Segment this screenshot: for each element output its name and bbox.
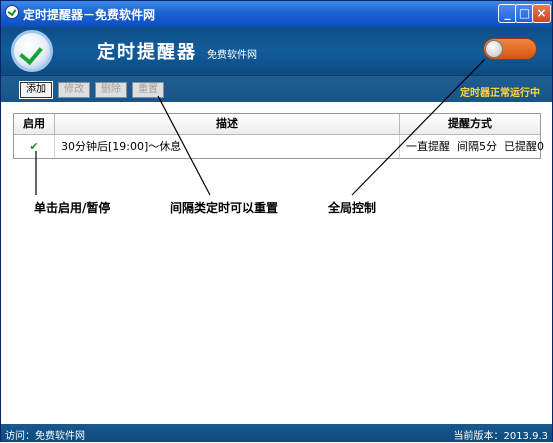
column-header-description[interactable]: 描述 <box>55 114 400 134</box>
annotation-global-control: 全局控制 <box>328 201 377 215</box>
annotation-reset-interval: 间隔类定时可以重置 <box>170 201 279 215</box>
table-row[interactable]: ✔ 30分钟后[19:00]～休息 一直提醒 间隔5分 已提醒0 <box>14 135 544 158</box>
visit-link[interactable]: 访问：免费软件网 <box>5 427 85 442</box>
reminder-table: 启用 描述 提醒方式 ✔ 30分钟后[19:00]～休息 一直提醒 间隔5分 已… <box>13 113 544 159</box>
window-title: 定时提醒器－免费软件网 <box>23 8 156 22</box>
row-method: 一直提醒 间隔5分 已提醒0 <box>406 140 544 153</box>
status-bar: 访问：免费软件网 当前版本：2013.9.3 <box>1 424 552 442</box>
toggle-knob <box>485 40 503 58</box>
check-icon <box>19 40 43 66</box>
status-text: 定时器正常运行中 <box>460 88 540 99</box>
clock-check-icon <box>11 30 53 72</box>
close-button[interactable]: × <box>532 4 551 23</box>
main-window: 定时提醒器－免费软件网 _ □ × 定时提醒器 免费软件网 添加 修改 删除 重… <box>0 0 553 442</box>
column-header-method[interactable]: 提醒方式 <box>400 114 540 134</box>
enabled-check-icon[interactable]: ✔ <box>14 135 55 158</box>
reset-button[interactable]: 重置 <box>132 82 164 98</box>
table-header: 启用 描述 提醒方式 <box>14 114 540 135</box>
edit-button[interactable]: 修改 <box>58 82 90 98</box>
row-description: 30分钟后[19:00]～休息 <box>55 135 400 158</box>
header-banner: 定时提醒器 免费软件网 <box>1 27 552 75</box>
version-text: 当前版本：2013.9.3 <box>453 431 548 442</box>
clock-app-icon <box>5 5 19 19</box>
annotation-toggle-enable: 单击启用/暂停 <box>34 201 111 215</box>
delete-button[interactable]: 删除 <box>95 82 127 98</box>
add-button[interactable]: 添加 <box>19 81 53 99</box>
title-bar[interactable]: 定时提醒器－免费软件网 _ □ × <box>1 1 552 27</box>
toolbar: 添加 修改 删除 重置 定时器正常运行中 <box>1 75 552 103</box>
global-switch-toggle[interactable] <box>483 38 537 60</box>
app-subtitle: 免费软件网 <box>207 50 257 61</box>
app-title: 定时提醒器 <box>97 42 197 63</box>
column-header-enabled[interactable]: 启用 <box>14 114 55 134</box>
